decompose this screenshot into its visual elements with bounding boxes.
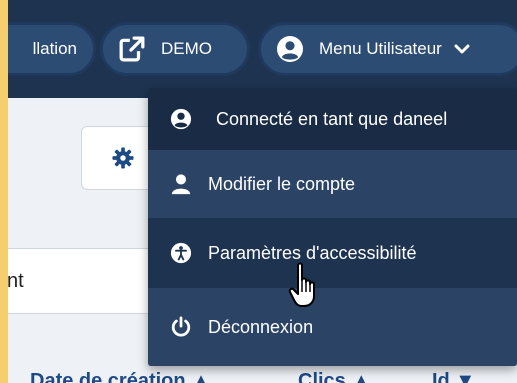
hand-pointer-cursor-icon: [288, 262, 315, 307]
external-link-icon: [119, 36, 145, 62]
table-header: Date de création ▲ Clics ▲ Id ▼: [8, 366, 517, 383]
user-circle-icon: [170, 108, 192, 130]
chevron-down-icon: [454, 44, 470, 54]
power-icon: [171, 316, 191, 337]
installation-label: llation: [32, 39, 77, 58]
menu-item-logged-in-as[interactable]: Connecté en tant que daneel: [148, 88, 517, 150]
menu-item-label: Paramètres d'accessibilité: [208, 242, 417, 263]
menu-item-logout[interactable]: Déconnexion: [148, 288, 517, 366]
user-menu-button[interactable]: Menu Utilisateur: [258, 22, 517, 76]
menu-item-label: Connecté en tant que daneel: [216, 108, 448, 129]
user-circle-icon: [277, 36, 303, 62]
user-dropdown-menu: Connecté en tant que daneel Modifier le …: [148, 88, 517, 366]
column-clics[interactable]: Clics ▲: [298, 370, 371, 383]
demo-label: DEMO: [161, 39, 212, 58]
menu-item-edit-account[interactable]: Modifier le compte: [148, 150, 517, 218]
top-navbar: llation DEMO Menu Utilisateur: [8, 0, 517, 98]
menu-item-label: Déconnexion: [208, 316, 314, 337]
menu-item-label: Modifier le compte: [208, 173, 356, 194]
gear-icon: [112, 147, 134, 169]
installation-button[interactable]: llation: [8, 22, 96, 76]
user-menu-label: Menu Utilisateur: [319, 39, 442, 58]
menu-item-accessibility-settings[interactable]: Paramètres d'accessibilité: [148, 218, 517, 288]
accessibility-icon: [170, 242, 192, 264]
column-id[interactable]: Id ▼: [432, 370, 475, 383]
user-icon: [171, 174, 191, 195]
column-date-creation[interactable]: Date de création ▲: [30, 370, 211, 383]
search-value: nt: [8, 269, 24, 292]
demo-button[interactable]: DEMO: [100, 22, 250, 76]
